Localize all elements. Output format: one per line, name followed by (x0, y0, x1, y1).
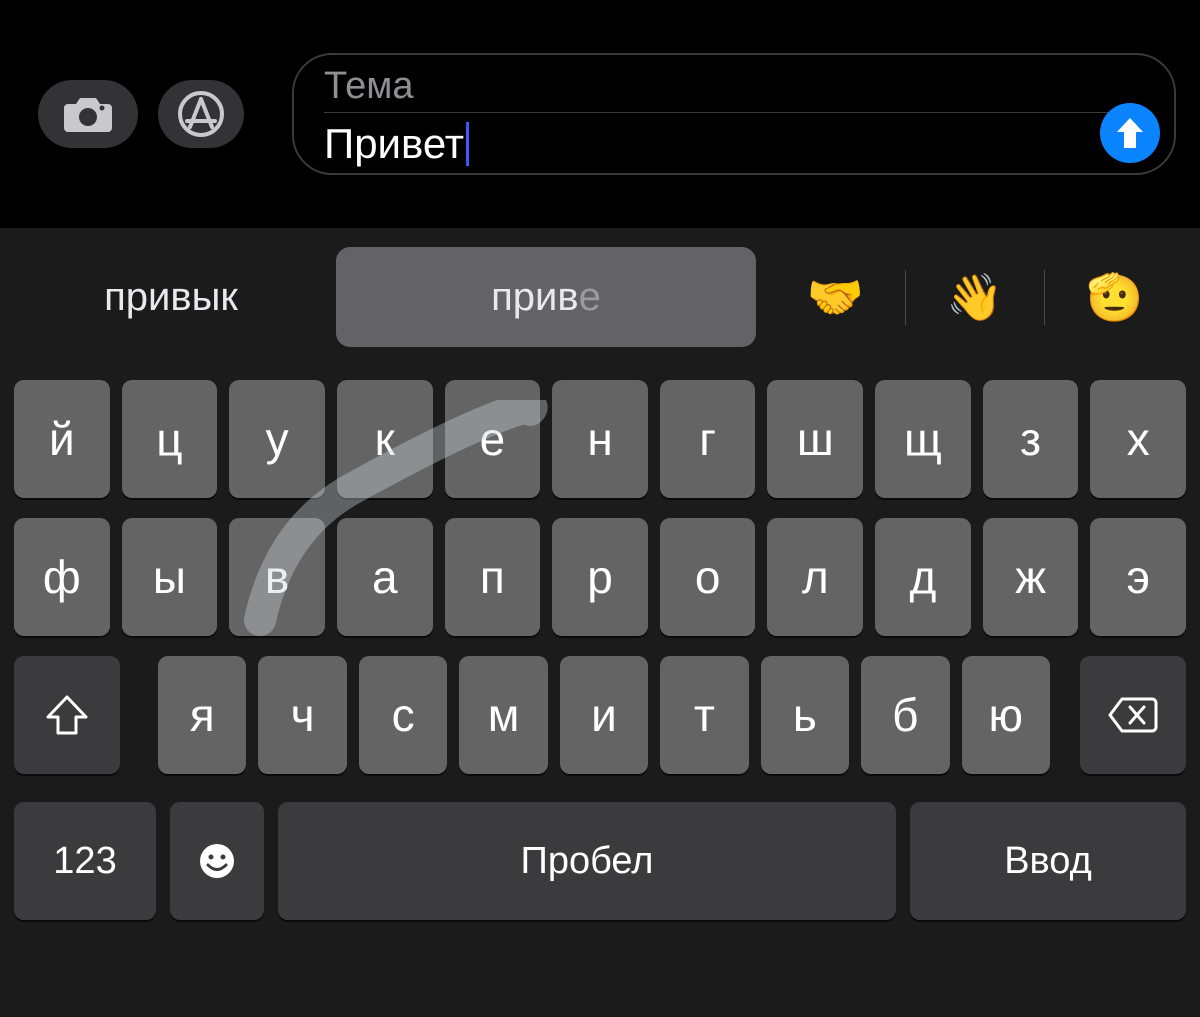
key-letter[interactable]: к (337, 380, 433, 498)
message-input-container[interactable]: Тема Привет (292, 53, 1176, 175)
key-letter[interactable]: п (445, 518, 541, 636)
text-cursor (466, 122, 469, 166)
suggestion-center[interactable]: приве (336, 247, 756, 347)
suggestion-bar: привык приве 🤝 👋 🫡 (10, 238, 1190, 356)
subject-field[interactable]: Тема (324, 65, 1118, 113)
appstore-icon (178, 91, 224, 137)
key-letter[interactable]: ь (761, 656, 849, 774)
key-letter[interactable]: ф (14, 518, 110, 636)
key-letter[interactable]: х (1090, 380, 1186, 498)
key-rows: й ц у к е н г ш щ з х ф ы в а п р о л д … (10, 356, 1190, 999)
key-letter[interactable]: й (14, 380, 110, 498)
suggestion-emoji-3[interactable]: 🫡 (1044, 270, 1184, 325)
space-key[interactable]: Пробел (278, 802, 896, 920)
key-letter[interactable]: т (660, 656, 748, 774)
key-letter[interactable]: щ (875, 380, 971, 498)
numbers-key[interactable]: 123 (14, 802, 156, 920)
suggestion-center-ghost: е (579, 275, 601, 320)
key-letter[interactable]: и (560, 656, 648, 774)
key-letter[interactable]: ц (122, 380, 218, 498)
camera-button[interactable] (38, 80, 138, 148)
key-row-4: 123 Пробел Ввод (10, 802, 1190, 920)
backspace-key[interactable] (1080, 656, 1186, 774)
emoji-icon (197, 841, 237, 881)
camera-icon (62, 94, 114, 134)
suggestion-left[interactable]: привык (16, 238, 326, 356)
key-letter[interactable]: ы (122, 518, 218, 636)
suggestion-center-typed: прив (491, 275, 579, 320)
key-row-2: ф ы в а п р о л д ж э (10, 518, 1190, 636)
key-letter[interactable]: а (337, 518, 433, 636)
message-text: Привет (324, 121, 464, 167)
key-letter[interactable]: з (983, 380, 1079, 498)
key-letter[interactable]: у (229, 380, 325, 498)
key-letter[interactable]: м (459, 656, 547, 774)
send-button[interactable] (1100, 103, 1160, 163)
shift-icon (46, 695, 88, 735)
key-letter[interactable]: г (660, 380, 756, 498)
suggestion-emoji-1[interactable]: 🤝 (766, 270, 905, 325)
key-letter[interactable]: д (875, 518, 971, 636)
key-letter[interactable]: р (552, 518, 648, 636)
arrow-up-icon (1115, 116, 1145, 150)
key-row-3: я ч с м и т ь б ю (10, 656, 1190, 774)
key-letter[interactable]: н (552, 380, 648, 498)
key-letter[interactable]: ж (983, 518, 1079, 636)
key-letter[interactable]: ш (767, 380, 863, 498)
suggestion-emoji-2[interactable]: 👋 (905, 270, 1045, 325)
key-letter[interactable]: л (767, 518, 863, 636)
key-letter[interactable]: я (158, 656, 246, 774)
key-letter[interactable]: ю (962, 656, 1050, 774)
key-letter[interactable]: о (660, 518, 756, 636)
enter-key[interactable]: Ввод (910, 802, 1186, 920)
compose-buttons (38, 80, 244, 148)
key-letter[interactable]: э (1090, 518, 1186, 636)
message-field[interactable]: Привет (324, 113, 1160, 167)
backspace-icon (1108, 697, 1158, 733)
key-letter[interactable]: ч (258, 656, 346, 774)
key-letter[interactable]: е (445, 380, 541, 498)
keyboard: привык приве 🤝 👋 🫡 й ц у к е н г ш щ з х… (0, 228, 1200, 1017)
emoji-key[interactable] (170, 802, 264, 920)
key-row-1: й ц у к е н г ш щ з х (10, 380, 1190, 498)
shift-key[interactable] (14, 656, 120, 774)
apps-button[interactable] (158, 80, 244, 148)
key-letter[interactable]: с (359, 656, 447, 774)
key-letter[interactable]: в (229, 518, 325, 636)
suggestion-emojis: 🤝 👋 🫡 (766, 262, 1184, 332)
compose-area: Тема Привет (0, 0, 1200, 228)
key-letter[interactable]: б (861, 656, 949, 774)
